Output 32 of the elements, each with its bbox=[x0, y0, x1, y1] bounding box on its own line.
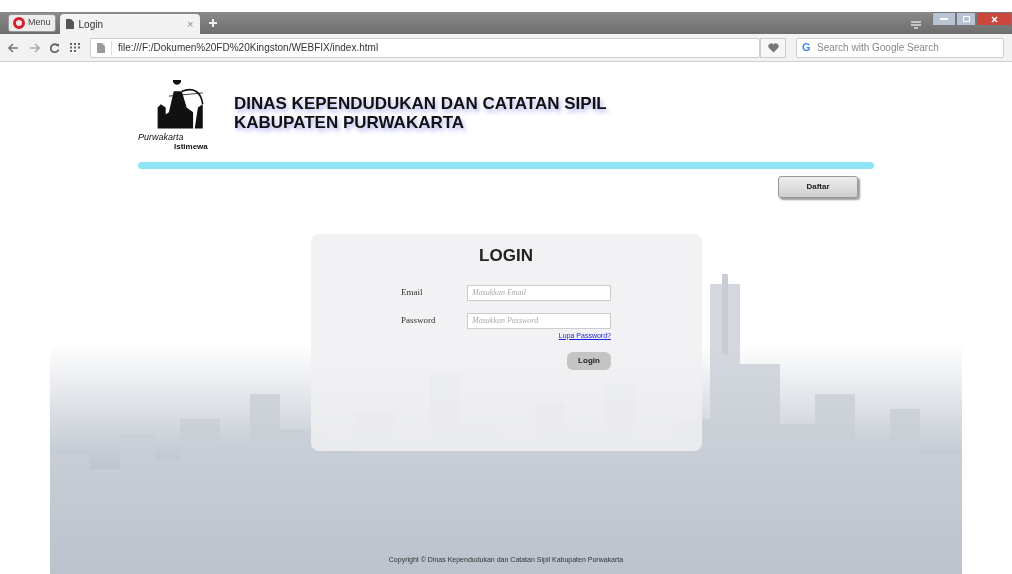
agency-title: DINAS KEPENDUDUKAN DAN CATATAN SIPIL bbox=[234, 94, 607, 113]
reload-icon[interactable] bbox=[50, 42, 60, 53]
browser-tab[interactable]: Login × bbox=[59, 14, 200, 34]
address-text: file:///F:/Dokumen%20FD%20Kingston/WEBFIX/index.html bbox=[118, 41, 380, 55]
page-icon bbox=[65, 19, 74, 29]
menu-button[interactable]: Menu bbox=[8, 14, 56, 32]
tab-title: Login bbox=[78, 17, 104, 32]
login-button[interactable]: Login bbox=[567, 352, 611, 370]
back-arrow-icon[interactable] bbox=[8, 42, 19, 53]
menu-icon[interactable] bbox=[910, 20, 922, 30]
logo-text: Istimewa bbox=[174, 142, 208, 152]
maximize-button[interactable] bbox=[956, 12, 976, 26]
login-title: LOGIN bbox=[479, 245, 533, 267]
logo-text: Purwakarta bbox=[138, 132, 184, 142]
close-icon bbox=[990, 15, 998, 23]
input-field[interactable]: Masukkan Password bbox=[467, 312, 611, 329]
field-label: Email bbox=[401, 285, 424, 299]
minimize-icon bbox=[940, 18, 948, 20]
logo-icon bbox=[13, 17, 25, 29]
heart-icon[interactable] bbox=[767, 42, 779, 53]
minimize-button[interactable] bbox=[932, 12, 956, 26]
register-button[interactable]: Daftar bbox=[778, 176, 858, 198]
agency-title: KABUPATEN PURWAKARTA bbox=[234, 113, 466, 132]
grid-icon[interactable] bbox=[70, 43, 80, 52]
address-bar[interactable]: file:///F:/Dokumen%20FD%20Kingston/WEBFIX/index.html bbox=[90, 37, 760, 58]
page-icon bbox=[97, 42, 105, 53]
maximize-icon bbox=[962, 16, 970, 22]
close-button[interactable] bbox=[976, 12, 1012, 26]
field-label: Password bbox=[401, 313, 437, 327]
plus-icon[interactable] bbox=[207, 18, 218, 28]
input-field[interactable]: Masukkan Email bbox=[467, 284, 611, 301]
search-engine-logo: G bbox=[802, 40, 811, 54]
